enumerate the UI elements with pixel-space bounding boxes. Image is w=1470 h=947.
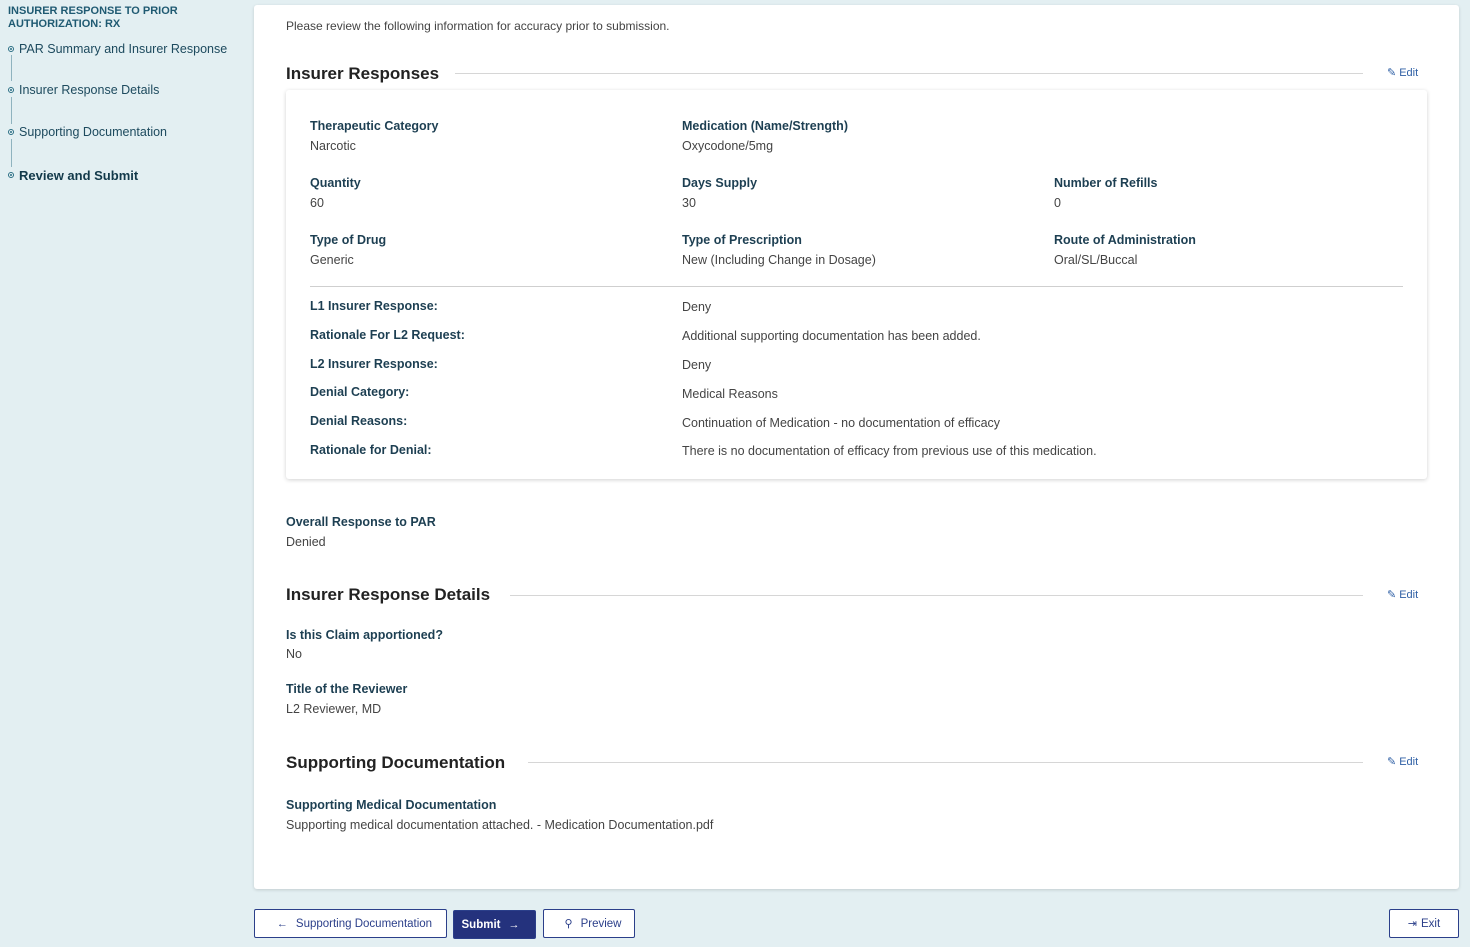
field-value: 30 [682, 196, 696, 210]
response-label: L2 Insurer Response: [310, 357, 438, 371]
edit-label: Edit [1399, 588, 1419, 601]
field-label: Type of Prescription [682, 233, 802, 247]
step-dot-icon [8, 87, 14, 93]
supporting-doc-label: Supporting Medical Documentation [286, 798, 497, 812]
preview-button-label: Preview [580, 917, 622, 930]
exit-button-label: Exit [1421, 917, 1441, 930]
section-divider [510, 595, 1363, 596]
pencil-icon: ✎ [1387, 589, 1397, 601]
sidebar-step-par-summary[interactable]: PAR Summary and Insurer Response [8, 40, 227, 58]
response-label: L1 Insurer Response: [310, 299, 438, 313]
field-label: Type of Drug [310, 233, 387, 247]
search-icon: ⚲ [564, 918, 573, 930]
edit-label: Edit [1399, 66, 1419, 79]
sidebar-nav: INSURER RESPONSE TO PRIOR AUTHORIZATION:… [0, 0, 254, 947]
exit-button[interactable]: ⇥ Exit [1389, 909, 1459, 938]
response-label: Denial Reasons: [310, 414, 408, 428]
response-value: Continuation of Medication - no document… [682, 416, 1001, 430]
response-label: Denial Category: [310, 385, 410, 399]
review-card: Please review the following information … [254, 5, 1459, 889]
submit-button-label: Submit [461, 918, 501, 931]
step-connector [11, 55, 12, 81]
section-divider [455, 73, 1363, 74]
edit-response-details-link[interactable]: ✎ Edit [1387, 588, 1419, 602]
field-label: Route of Administration [1054, 233, 1196, 247]
pencil-icon: ✎ [1387, 756, 1397, 768]
field-value: Oxycodone/5mg [682, 139, 774, 153]
field-value: No [286, 647, 302, 661]
field-label: Days Supply [682, 176, 758, 190]
sidebar-step-label: Review and Submit [19, 167, 139, 183]
edit-label: Edit [1399, 755, 1419, 768]
section-divider [528, 762, 1363, 763]
edit-insurer-responses-link[interactable]: ✎ Edit [1387, 66, 1419, 80]
sidebar-step-response-details[interactable]: Insurer Response Details [8, 81, 159, 99]
response-value: There is no documentation of efficacy fr… [682, 444, 1097, 458]
step-dot-icon [8, 46, 14, 52]
insurer-responses-card: Therapeutic Category Narcotic Medication… [286, 90, 1427, 479]
back-supporting-documentation-button[interactable]: ← Supporting Documentation [254, 909, 447, 938]
arrow-right-icon: → [508, 918, 520, 931]
supporting-doc-value: Supporting medical documentation attache… [286, 818, 714, 832]
field-value: L2 Reviewer, MD [286, 702, 382, 716]
submit-button[interactable]: Submit → [453, 910, 536, 939]
edit-supporting-documentation-link[interactable]: ✎ Edit [1387, 755, 1419, 769]
response-value: Additional supporting documentation has … [682, 329, 981, 343]
step-dot-icon [8, 129, 14, 135]
response-value: Deny [682, 358, 712, 372]
section-title-supporting-documentation: Supporting Documentation [286, 753, 506, 772]
pencil-icon: ✎ [1387, 67, 1397, 79]
field-value: 60 [310, 196, 324, 210]
sidebar-step-review-submit[interactable]: Review and Submit [8, 166, 138, 184]
field-label: Title of the Reviewer [286, 682, 408, 696]
sidebar-title: INSURER RESPONSE TO PRIOR AUTHORIZATION:… [8, 5, 178, 30]
response-value: Medical Reasons [682, 387, 778, 401]
preview-button[interactable]: ⚲ Preview [543, 909, 635, 938]
overall-response-label: Overall Response to PAR [286, 515, 436, 529]
step-connector [11, 97, 12, 124]
field-label: Therapeutic Category [310, 119, 439, 133]
sidebar-step-label: Supporting Documentation [19, 125, 168, 139]
card-divider [310, 286, 1403, 287]
field-label: Medication (Name/Strength) [682, 119, 848, 133]
section-title-response-details: Insurer Response Details [286, 585, 491, 604]
field-value: 0 [1054, 196, 1061, 210]
field-value: Oral/SL/Buccal [1054, 253, 1138, 267]
intro-text: Please review the following information … [286, 19, 670, 33]
step-dot-icon [8, 172, 14, 178]
arrow-left-icon: ← [276, 917, 288, 930]
section-title-insurer-responses: Insurer Responses [286, 64, 440, 83]
overall-response-value: Denied [286, 535, 326, 549]
field-label: Is this Claim apportioned? [286, 628, 443, 642]
field-value: Narcotic [310, 139, 356, 153]
field-label: Quantity [310, 176, 361, 190]
sidebar-step-label: PAR Summary and Insurer Response [19, 42, 228, 56]
sidebar-step-supporting-documentation[interactable]: Supporting Documentation [8, 123, 167, 141]
exit-icon: ⇥ [1407, 918, 1418, 930]
step-connector [11, 139, 12, 167]
response-label: Rationale For L2 Request: [310, 328, 465, 342]
response-value: Deny [682, 300, 712, 314]
field-value: Generic [310, 253, 354, 267]
back-button-label: Supporting Documentation [295, 917, 433, 930]
sidebar-step-label: Insurer Response Details [19, 83, 160, 97]
field-value: New (Including Change in Dosage) [682, 253, 876, 267]
field-label: Number of Refills [1054, 176, 1158, 190]
response-label: Rationale for Denial: [310, 443, 432, 457]
